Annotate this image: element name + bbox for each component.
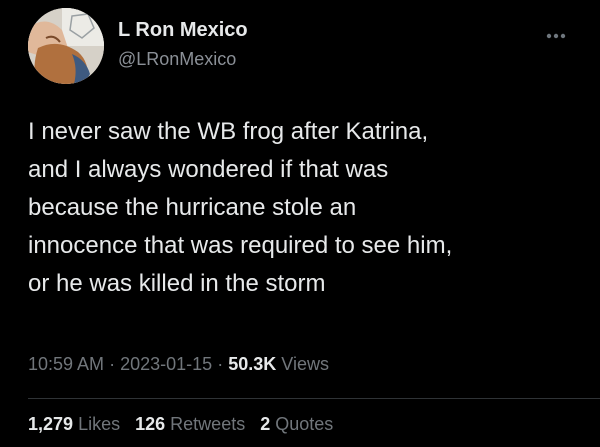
retweets-stat[interactable]: 126 Retweets <box>135 414 245 434</box>
author-handle[interactable]: @LRonMexico <box>118 49 236 70</box>
tweet-time[interactable]: 10:59 AM <box>28 354 104 374</box>
quotes-count: 2 <box>260 414 271 434</box>
views-label: Views <box>281 354 329 374</box>
tweet-text: I never saw the WB frog after Katrina, a… <box>28 118 453 297</box>
tweet-card: L Ron Mexico @LRonMexico I never saw the… <box>0 0 600 447</box>
more-horizontal-icon <box>546 33 566 39</box>
divider <box>28 398 600 399</box>
author-display-name[interactable]: L Ron Mexico <box>118 19 248 42</box>
likes-label: Likes <box>78 414 121 434</box>
likes-count: 1,279 <box>28 414 74 434</box>
quotes-label: Quotes <box>275 414 334 434</box>
tweet-date[interactable]: 2023-01-15 <box>120 354 212 374</box>
meta-separator: · <box>217 354 224 374</box>
engagement-stats: 1,279 Likes 126 Retweets 2 Quotes <box>28 414 333 435</box>
avatar[interactable] <box>28 8 104 84</box>
retweets-label: Retweets <box>170 414 246 434</box>
meta-separator: · <box>109 354 116 374</box>
retweets-count: 126 <box>135 414 166 434</box>
likes-stat[interactable]: 1,279 Likes <box>28 414 120 434</box>
views-count: 50.3K <box>228 354 277 374</box>
tweet-metadata: 10:59 AM · 2023-01-15 · 50.3K Views <box>28 354 329 375</box>
more-options-button[interactable] <box>535 26 575 46</box>
profile-photo-icon <box>28 8 104 84</box>
quotes-stat[interactable]: 2 Quotes <box>260 414 333 434</box>
